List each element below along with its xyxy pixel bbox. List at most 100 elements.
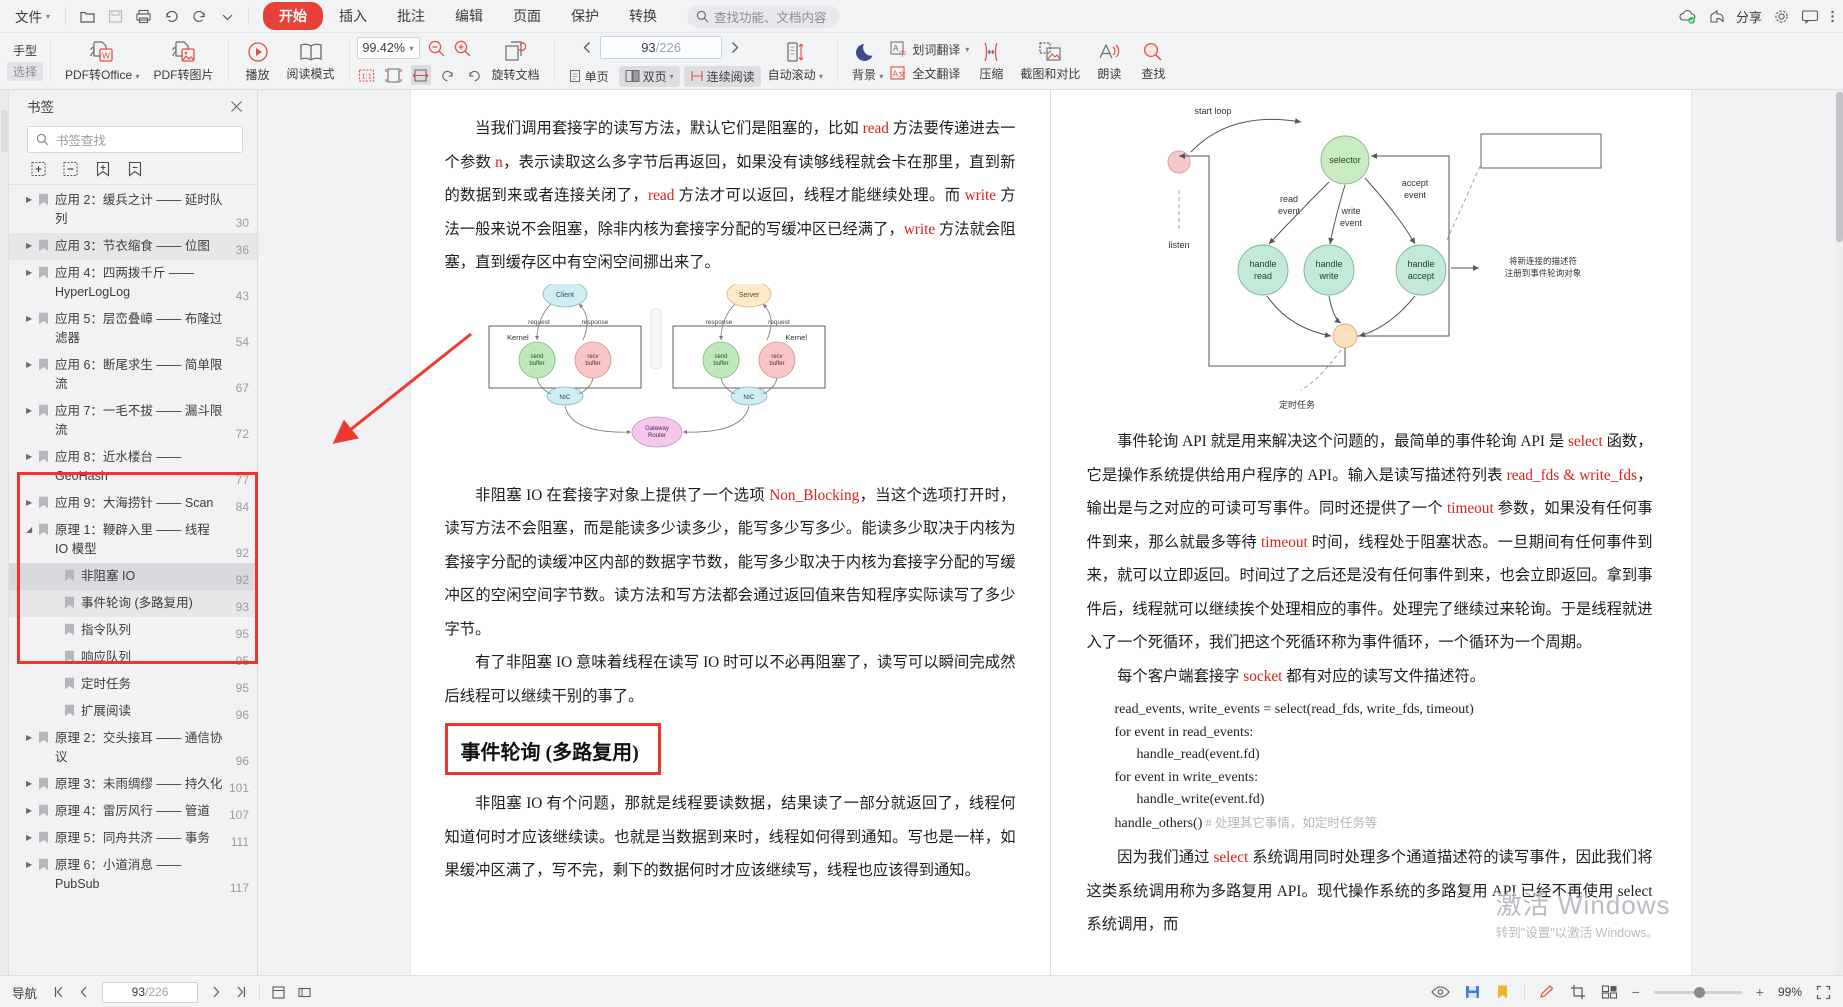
- close-icon[interactable]: [230, 100, 243, 113]
- rotate-left-icon[interactable]: [438, 65, 458, 85]
- bookmark-item[interactable]: ▶原理 2：交头接耳 —— 通信协议96: [9, 725, 257, 771]
- bookmark-item[interactable]: ▶应用 8：近水楼台 —— GeoHash77: [9, 444, 257, 490]
- last-page-icon[interactable]: [234, 985, 248, 999]
- bookmark-item[interactable]: ▶应用 5：层峦叠嶂 —— 布隆过滤器54: [9, 306, 257, 352]
- single-page-button[interactable]: 单页: [562, 66, 615, 87]
- expand-arrow-icon[interactable]: ▶: [26, 191, 38, 204]
- hand-tool-label[interactable]: 手型: [13, 42, 37, 59]
- navigation-label[interactable]: 导航: [12, 983, 37, 1002]
- first-page-icon[interactable]: [52, 985, 66, 999]
- bookmark-item[interactable]: 定时任务95: [9, 671, 257, 698]
- rotate-right-icon[interactable]: [465, 65, 485, 85]
- bookmark-item[interactable]: ▶应用 2：缓兵之计 —— 延时队列30: [9, 187, 257, 233]
- share-icon[interactable]: [1709, 9, 1725, 25]
- tab-annotate[interactable]: 批注: [383, 2, 439, 30]
- bookmark-item[interactable]: 指令队列95: [9, 617, 257, 644]
- previous-page-icon[interactable]: [77, 985, 91, 999]
- expand-arrow-icon[interactable]: ▶: [26, 237, 38, 250]
- fit-width-icon[interactable]: [297, 985, 312, 1000]
- save-icon[interactable]: [1464, 984, 1481, 1000]
- panel-rail[interactable]: [0, 90, 9, 975]
- scrollbar-thumb[interactable]: [1836, 92, 1843, 242]
- fit-width-icon[interactable]: [411, 65, 431, 85]
- bookmark-item[interactable]: ◢原理 1：鞭辟入里 —— 线程 IO 模型92: [9, 517, 257, 563]
- redo-icon[interactable]: [186, 4, 212, 28]
- panel-resize-handle[interactable]: [1, 110, 8, 152]
- file-menu-button[interactable]: 文件 ▾: [8, 3, 57, 29]
- bookmark-item[interactable]: ▶应用 7：一毛不拔 —— 漏斗限流72: [9, 398, 257, 444]
- bookmark-item[interactable]: ▶原理 5：同舟共济 —— 事务111: [9, 825, 257, 852]
- document-viewer[interactable]: 当我们调用套接字的读写方法，默认它们是阻塞的，比如 read 方法要传递进去一个…: [258, 90, 1843, 975]
- expand-arrow-icon[interactable]: ▶: [26, 356, 38, 369]
- share-label[interactable]: 分享: [1736, 7, 1762, 26]
- zoom-in-icon[interactable]: [453, 39, 472, 58]
- bookmark-item[interactable]: ▶原理 4：雷厉风行 —— 管道107: [9, 798, 257, 825]
- previous-page-icon[interactable]: [580, 40, 595, 55]
- bookmark-item[interactable]: 事件轮询 (多路复用)93: [9, 590, 257, 617]
- expand-arrow-icon[interactable]: ▶: [26, 448, 38, 461]
- tab-page[interactable]: 页面: [499, 2, 555, 30]
- expand-arrow-icon[interactable]: ▶: [26, 494, 38, 507]
- rotate-document-button[interactable]: 旋转文档: [485, 35, 547, 88]
- expand-arrow-icon[interactable]: ▶: [26, 856, 38, 869]
- global-search-box[interactable]: 查找功能、文档内容: [687, 5, 839, 28]
- more-options-icon[interactable]: [1830, 8, 1835, 25]
- status-page-input[interactable]: 93/226: [102, 982, 198, 1003]
- full-translate-button[interactable]: A文 全文翻译: [890, 65, 960, 82]
- tab-insert[interactable]: 插入: [325, 2, 381, 30]
- bookmark-item[interactable]: ▶应用 9：大海捞针 —— Scan84: [9, 490, 257, 517]
- zoom-out-button[interactable]: −: [1632, 984, 1640, 1000]
- quick-access-more-icon[interactable]: [214, 4, 240, 28]
- fit-page-icon[interactable]: [271, 985, 286, 1000]
- bookmark-item[interactable]: ▶原理 3：未雨绸缪 —— 持久化101: [9, 771, 257, 798]
- bookmark-item[interactable]: ▶原理 6：小道消息 —— PubSub117: [9, 852, 257, 898]
- tab-start[interactable]: 开始: [263, 2, 323, 30]
- expand-arrow-icon[interactable]: ▶: [26, 829, 38, 842]
- pdf-to-office-button[interactable]: W PDF转Office ▾: [58, 35, 147, 88]
- tab-edit[interactable]: 编辑: [441, 2, 497, 30]
- double-page-button[interactable]: 双页 ▾: [619, 66, 680, 87]
- expand-arrow-icon[interactable]: ▶: [26, 264, 38, 277]
- pen-icon[interactable]: [1539, 984, 1556, 1000]
- zoom-slider[interactable]: [1654, 991, 1742, 994]
- add-bookmark-icon[interactable]: [95, 161, 111, 177]
- grid-icon[interactable]: [1601, 984, 1618, 1000]
- fullscreen-icon[interactable]: [1816, 985, 1831, 1000]
- read-aloud-button[interactable]: 朗读: [1087, 35, 1131, 88]
- remove-bookmark-icon[interactable]: [127, 161, 143, 177]
- bookmark-search-input[interactable]: 书签查找: [27, 126, 243, 153]
- find-button[interactable]: 查找: [1131, 35, 1175, 88]
- background-button[interactable]: 背景 ▾: [845, 35, 890, 88]
- compress-button[interactable]: 压缩: [969, 35, 1013, 88]
- screenshot-compare-button[interactable]: 截图和对比: [1013, 35, 1087, 88]
- zoom-slider-knob[interactable]: [1694, 987, 1705, 998]
- print-icon[interactable]: [130, 4, 156, 28]
- bookmark-item[interactable]: ▶应用 6：断尾求生 —— 简单限流67: [9, 352, 257, 398]
- select-tool-label[interactable]: 选择: [7, 62, 43, 81]
- undo-icon[interactable]: [158, 4, 184, 28]
- actual-size-icon[interactable]: 1:1: [357, 65, 377, 85]
- bookmark-item[interactable]: 非阻塞 IO92: [9, 563, 257, 590]
- open-folder-icon[interactable]: [74, 4, 100, 28]
- zoom-level-select[interactable]: 99.42% ▾: [357, 37, 420, 59]
- read-mode-button[interactable]: 阅读模式: [280, 35, 342, 88]
- gear-icon[interactable]: [1773, 8, 1790, 25]
- expand-arrow-icon[interactable]: ▶: [26, 402, 38, 415]
- continuous-read-button[interactable]: 连续阅读: [684, 66, 761, 87]
- save-icon[interactable]: [102, 4, 128, 28]
- zoom-out-icon[interactable]: [427, 39, 446, 58]
- cloud-sync-icon[interactable]: [1678, 8, 1698, 25]
- play-button[interactable]: 播放: [236, 35, 280, 88]
- expand-arrow-icon[interactable]: ▶: [26, 310, 38, 323]
- auto-scroll-button[interactable]: 自动滚动 ▾: [761, 35, 830, 88]
- word-translate-button[interactable]: A中 划词翻译 ▾: [890, 41, 969, 58]
- tab-convert[interactable]: 转换: [615, 2, 671, 30]
- bookmark-list[interactable]: ▶应用 2：缓兵之计 —— 延时队列30▶应用 3：节衣缩食 —— 位图36▶应…: [9, 185, 257, 975]
- bookmark-icon[interactable]: [1495, 984, 1510, 1000]
- collapse-all-icon[interactable]: [63, 161, 79, 177]
- tab-protect[interactable]: 保护: [557, 2, 613, 30]
- next-page-icon[interactable]: [209, 985, 223, 999]
- fit-page-icon[interactable]: [384, 65, 404, 85]
- crop-icon[interactable]: [1570, 984, 1587, 1000]
- bookmark-item[interactable]: 响应队列95: [9, 644, 257, 671]
